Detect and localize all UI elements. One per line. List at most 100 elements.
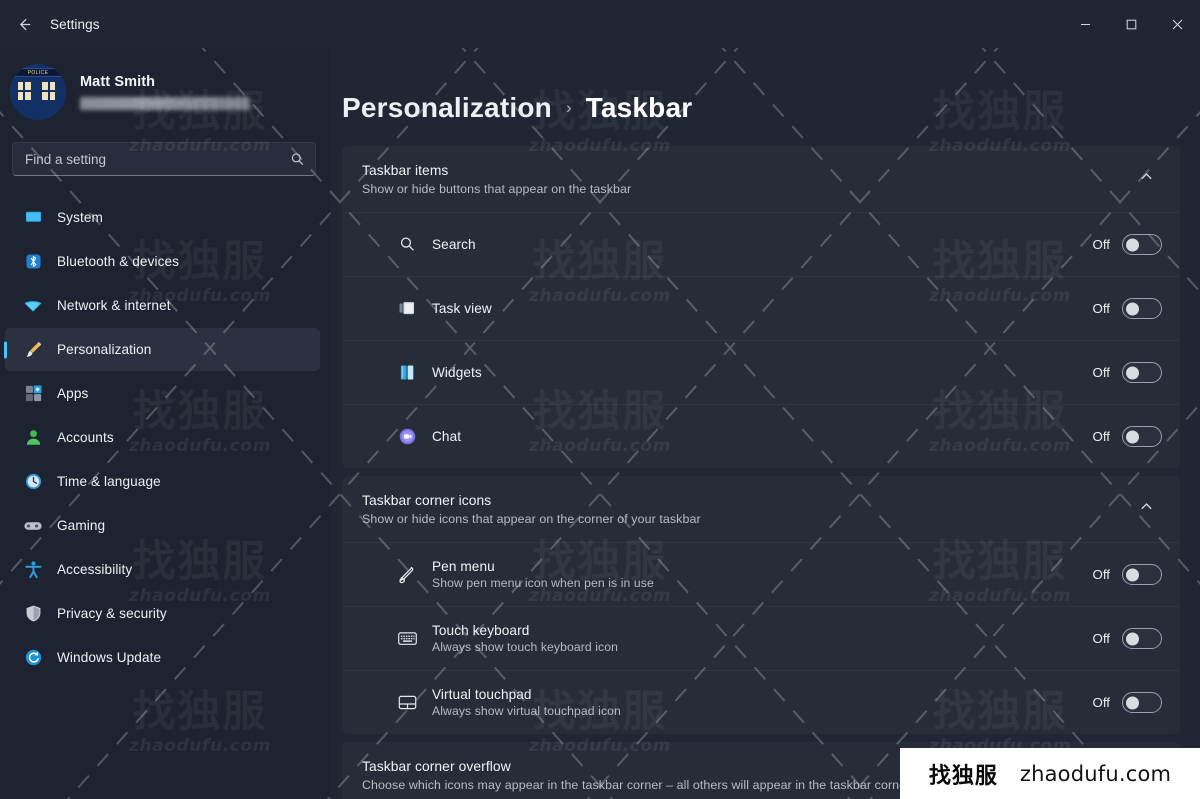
sidebar-nav: System Bluetooth & devices Network & inter…	[0, 196, 330, 680]
main-content: Personalization › Taskbar Taskbar items S…	[330, 48, 1200, 799]
search-container: Find a setting	[0, 130, 330, 182]
sidebar-item-label: Network & internet	[57, 298, 171, 313]
toggle-knob	[1126, 632, 1139, 645]
window-body: POLICE Matt Smith Find a setting System …	[0, 48, 1200, 799]
setting-row[interactable]: Chat Off	[342, 404, 1180, 468]
breadcrumb: Personalization › Taskbar	[330, 48, 1200, 146]
card-title: Taskbar items	[362, 162, 449, 178]
accessibility-icon	[23, 560, 43, 580]
keyboard-icon	[396, 628, 418, 650]
sidebar-item-privacy-security[interactable]: Privacy & security	[5, 592, 320, 635]
setting-row-text: Widgets	[432, 365, 1076, 380]
sidebar-item-accounts[interactable]: Accounts	[5, 416, 320, 459]
setting-row[interactable]: Pen menu Show pen menu icon when pen is i…	[342, 542, 1180, 606]
card-header[interactable]: Taskbar corner icons Show or hide icons t…	[342, 476, 1180, 542]
collapse-toggle-button[interactable]	[1130, 163, 1162, 195]
toggle-group: Off	[1090, 426, 1162, 447]
toggle-switch[interactable]	[1122, 362, 1162, 383]
toggle-state-label: Off	[1092, 429, 1111, 444]
toggle-group: Off	[1090, 298, 1162, 319]
sidebar-item-bluetooth-devices[interactable]: Bluetooth & devices	[5, 240, 320, 283]
toggle-group: Off	[1090, 362, 1162, 383]
avatar-pane	[17, 92, 24, 100]
sidebar-item-gaming[interactable]: Gaming	[5, 504, 320, 547]
minimize-button[interactable]	[1062, 0, 1108, 48]
sidebar-item-time-language[interactable]: Time & language	[5, 460, 320, 503]
setting-row[interactable]: Touch keyboard Always show touch keyboard…	[342, 606, 1180, 670]
title-bar: Settings	[0, 0, 1200, 48]
sidebar-item-apps[interactable]: Apps	[5, 372, 320, 415]
card-header[interactable]: Taskbar items Show or hide buttons that a…	[342, 146, 1180, 212]
setting-row-subtitle: Always show virtual touchpad icon	[432, 704, 621, 718]
setting-row-title: Touch keyboard	[432, 623, 530, 638]
pen-icon	[396, 564, 418, 586]
sidebar-item-system[interactable]: System	[5, 196, 320, 239]
search-input[interactable]: Find a setting	[12, 142, 316, 176]
maximize-button[interactable]	[1108, 0, 1154, 48]
task-view-icon	[396, 298, 418, 320]
sidebar-item-accessibility[interactable]: Accessibility	[5, 548, 320, 591]
toggle-group: Off	[1090, 628, 1162, 649]
setting-row[interactable]: Search Off	[342, 212, 1180, 276]
toggle-switch[interactable]	[1122, 564, 1162, 585]
toggle-state-label: Off	[1092, 567, 1111, 582]
setting-row[interactable]: Task view Off	[342, 276, 1180, 340]
toggle-group: Off	[1090, 234, 1162, 255]
touchpad-icon	[396, 692, 418, 714]
avatar-pane	[49, 81, 55, 90]
toggle-state-label: Off	[1092, 631, 1111, 646]
toggle-knob	[1126, 366, 1139, 379]
account-email-redacted	[80, 97, 250, 110]
gamepad-icon	[23, 516, 43, 536]
chevron-up-icon	[1139, 499, 1154, 519]
avatar-pane	[25, 92, 31, 100]
toggle-switch[interactable]	[1122, 426, 1162, 447]
collapse-toggle-button[interactable]	[1130, 493, 1162, 525]
sidebar-item-windows-update[interactable]: Windows Update	[5, 636, 320, 679]
bluetooth-icon	[23, 252, 43, 272]
toggle-group: Off	[1090, 564, 1162, 585]
setting-row[interactable]: Widgets Off	[342, 340, 1180, 404]
setting-row-title: Chat	[432, 429, 462, 444]
account-block[interactable]: POLICE Matt Smith	[0, 52, 330, 130]
toggle-switch[interactable]	[1122, 628, 1162, 649]
toggle-switch[interactable]	[1122, 692, 1162, 713]
paintbrush-icon	[23, 340, 43, 360]
sidebar-item-personalization[interactable]: Personalization	[5, 328, 320, 371]
card-title: Taskbar corner icons	[362, 492, 492, 508]
card-subtitle: Show or hide buttons that appear on the …	[362, 181, 632, 196]
setting-row[interactable]: Virtual touchpad Always show virtual touc…	[342, 670, 1180, 734]
watermark-badge-cn: 找独服	[928, 763, 998, 789]
sidebar-item-label: Time & language	[57, 474, 161, 489]
toggle-switch[interactable]	[1122, 234, 1162, 255]
toggle-state-label: Off	[1092, 695, 1111, 710]
toggle-group: Off	[1090, 692, 1162, 713]
avatar-pane	[49, 92, 55, 100]
avatar: POLICE	[10, 64, 66, 120]
breadcrumb-separator-icon: ›	[565, 98, 572, 117]
toggle-state-label: Off	[1092, 365, 1111, 380]
card-subtitle: Show or hide icons that appear on the co…	[362, 511, 701, 526]
avatar-pane	[42, 92, 49, 100]
breadcrumb-root[interactable]: Personalization	[342, 92, 552, 124]
search-icon	[290, 152, 305, 167]
settings-scroll-area[interactable]: Taskbar items Show or hide buttons that a…	[330, 146, 1200, 799]
sidebar-item-label: Privacy & security	[57, 606, 167, 621]
account-text: Matt Smith	[80, 74, 250, 110]
back-arrow-icon	[16, 16, 33, 33]
setting-row-title: Widgets	[432, 365, 482, 380]
sidebar-item-network-internet[interactable]: Network & internet	[5, 284, 320, 327]
close-button[interactable]	[1154, 0, 1200, 48]
avatar-sign: POLICE	[15, 70, 61, 76]
setting-row-text: Chat	[432, 429, 1076, 444]
back-button[interactable]	[6, 7, 42, 41]
toggle-knob	[1126, 696, 1139, 709]
shield-icon	[23, 604, 43, 624]
toggle-switch[interactable]	[1122, 298, 1162, 319]
settings-window: Settings POLICE Matt Smith Find a settin…	[0, 0, 1200, 799]
sidebar-item-label: Bluetooth & devices	[57, 254, 180, 269]
avatar-pane	[25, 81, 31, 90]
update-icon	[23, 648, 43, 668]
avatar-pane	[17, 81, 24, 90]
toggle-knob	[1126, 430, 1139, 443]
